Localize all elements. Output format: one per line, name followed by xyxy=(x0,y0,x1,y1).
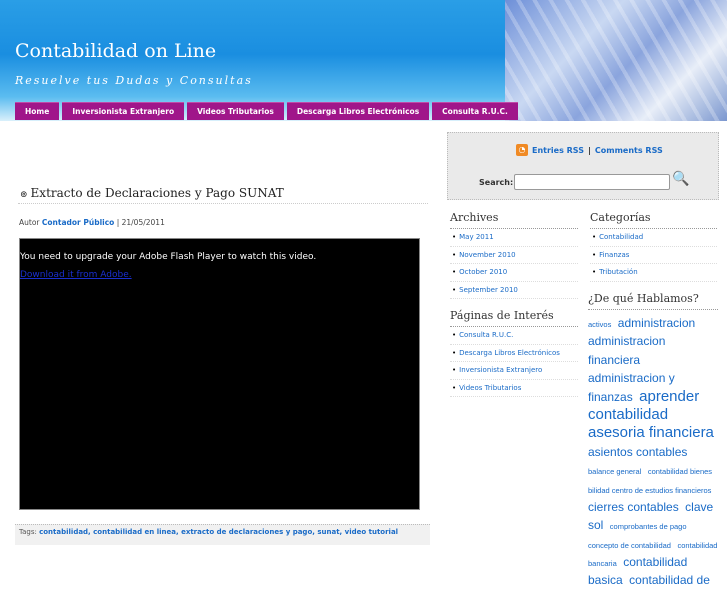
rss-icon: ◔ xyxy=(516,144,528,156)
nav-descarga[interactable]: Descarga Libros Electrónicos xyxy=(286,102,430,120)
flash-message: You need to upgrade your Adobe Flash Pla… xyxy=(20,252,317,262)
archive-link[interactable]: October 2010 xyxy=(450,264,578,282)
tag-cloud-link[interactable]: administracion financiera xyxy=(588,334,665,366)
post-title-text[interactable]: Extracto de Declaraciones y Pago SUNAT xyxy=(31,186,284,200)
bullet-icon: ⊚ xyxy=(20,190,28,200)
tag-cloud-link[interactable]: concepto de contabilidad xyxy=(588,541,671,550)
entries-rss-link[interactable]: Entries RSS xyxy=(532,146,584,155)
archive-link[interactable]: September 2010 xyxy=(450,282,578,299)
tag-cloud-widget: ¿De qué Hablamos? activos administracion… xyxy=(588,292,718,590)
post-tags: Tags: contabilidad, contabilidad en line… xyxy=(15,524,430,545)
site-tagline: Resuelve tus Dudas y Consultas xyxy=(15,74,253,87)
tags-links[interactable]: contabilidad, contabilidad en linea, ext… xyxy=(39,528,398,536)
sidebar-box: ◔ Entries RSS | Comments RSS Search: 🔍 xyxy=(447,132,719,200)
video-player[interactable]: You need to upgrade your Adobe Flash Pla… xyxy=(19,238,420,510)
tag-cloud-link[interactable]: cierres contables xyxy=(588,500,679,514)
divider xyxy=(18,203,428,204)
site-title[interactable]: Contabilidad on Line xyxy=(15,40,216,62)
categorias-widget: Categorías ContabilidadFinanzasTributaci… xyxy=(590,211,717,282)
comments-rss-link[interactable]: Comments RSS xyxy=(595,146,663,155)
category-link[interactable]: Contabilidad xyxy=(590,229,717,247)
nav-home[interactable]: Home xyxy=(15,102,60,120)
site-header: Contabilidad on Line Resuelve tus Dudas … xyxy=(0,0,727,121)
tag-cloud-link[interactable]: aprender xyxy=(639,388,699,405)
page-link[interactable]: Descarga Libros Electrónicos xyxy=(450,345,578,362)
nav-inversionista[interactable]: Inversionista Extranjero xyxy=(62,102,185,120)
search-input[interactable] xyxy=(514,174,670,190)
archives-title: Archives xyxy=(450,211,578,229)
author-label: Autor xyxy=(19,218,40,227)
archives-widget: Archives May 2011November 2010October 20… xyxy=(450,211,578,299)
tag-cloud-title: ¿De qué Hablamos? xyxy=(588,292,718,310)
tag-cloud: activos administracion administracion fi… xyxy=(588,314,718,590)
post-title[interactable]: ⊚ Extracto de Declaraciones y Pago SUNAT xyxy=(20,186,284,200)
archive-link[interactable]: November 2010 xyxy=(450,247,578,264)
tag-cloud-link[interactable]: asientos contables xyxy=(588,445,687,459)
nav-consulta-ruc[interactable]: Consulta R.U.C. xyxy=(432,102,518,120)
paginas-widget: Páginas de Interés Consulta R.U.C.Descar… xyxy=(450,309,578,397)
tags-label: Tags: xyxy=(19,528,37,536)
paginas-title: Páginas de Interés xyxy=(450,309,578,327)
tag-cloud-link[interactable]: balance general xyxy=(588,467,641,476)
page-link[interactable]: Consulta R.U.C. xyxy=(450,327,578,345)
archive-link[interactable]: May 2011 xyxy=(450,229,578,247)
tag-cloud-link[interactable]: activos xyxy=(588,320,611,329)
author-link[interactable]: Contador Público xyxy=(42,218,114,227)
search-icon[interactable]: 🔍 xyxy=(672,171,689,187)
header-image xyxy=(505,0,727,121)
main-nav: Home Inversionista Extranjero Videos Tri… xyxy=(15,102,518,120)
search-label: Search: xyxy=(479,178,514,187)
post-date: | 21/05/2011 xyxy=(116,218,165,227)
categorias-title: Categorías xyxy=(590,211,717,229)
flash-download-link[interactable]: Download it from Adobe. xyxy=(20,270,132,280)
tag-cloud-link[interactable]: contabilidad bienes xyxy=(648,467,712,476)
tag-cloud-link[interactable]: comprobantes de pago xyxy=(610,522,687,531)
tag-cloud-link[interactable]: contabilidad de xyxy=(629,573,710,588)
tag-cloud-link[interactable]: contabilidad xyxy=(588,406,668,423)
category-link[interactable]: Tributación xyxy=(590,264,717,282)
category-link[interactable]: Finanzas xyxy=(590,247,717,264)
nav-videos[interactable]: Videos Tributarios xyxy=(187,102,284,120)
page-link[interactable]: Videos Tributarios xyxy=(450,380,578,397)
tag-cloud-link[interactable]: asesoria financiera xyxy=(588,424,714,441)
tag-cloud-link[interactable]: administracion xyxy=(618,316,695,330)
page-link[interactable]: Inversionista Extranjero xyxy=(450,362,578,380)
separator: | xyxy=(587,145,591,155)
post-meta: Autor Contador Público | 21/05/2011 xyxy=(19,218,165,227)
tag-cloud-link[interactable]: bilidad centro de estudios financieros xyxy=(588,486,711,495)
